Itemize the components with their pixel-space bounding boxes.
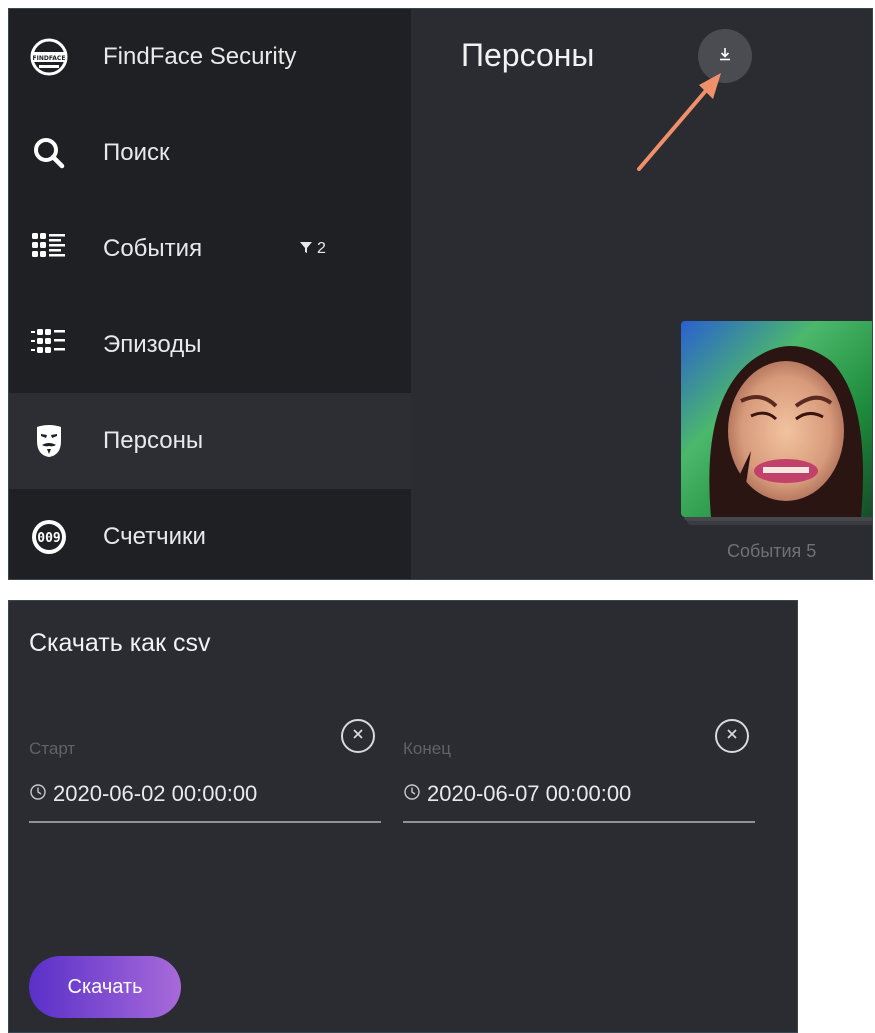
sidebar-item-label: Эпизоды (103, 331, 202, 358)
person-events-count[interactable]: События 5 (727, 541, 816, 562)
svg-text:009: 009 (37, 531, 60, 546)
counter-icon: 009 (27, 515, 71, 559)
sidebar: FINDFACE FindFace Security Поиск События… (9, 9, 411, 579)
clear-start-button[interactable] (341, 719, 375, 753)
clock-icon (403, 781, 421, 807)
sidebar-item-label: Счетчики (103, 523, 206, 550)
clear-end-button[interactable] (715, 719, 749, 753)
person-photo[interactable] (681, 321, 872, 517)
svg-text:FINDFACE: FINDFACE (33, 55, 66, 62)
person-card[interactable] (681, 321, 872, 525)
start-date-input[interactable]: 2020-06-02 00:00:00 (29, 781, 257, 807)
end-date-input[interactable]: 2020-06-07 00:00:00 (403, 781, 631, 807)
main-content: Персоны События 5 (411, 9, 872, 579)
search-icon (27, 131, 71, 175)
download-icon (717, 46, 733, 67)
sidebar-item-label: Поиск (103, 139, 170, 166)
sidebar-item-persons[interactable]: Персоны (9, 393, 411, 489)
filter-badge[interactable]: 2 (299, 240, 326, 259)
findface-logo-icon: FINDFACE (27, 35, 71, 79)
filter-count: 2 (317, 240, 326, 257)
persons-page-screenshot: FINDFACE FindFace Security Поиск События… (8, 8, 873, 580)
end-date-value: 2020-06-07 00:00:00 (427, 781, 632, 806)
events-grid-icon (27, 227, 71, 271)
dialog-title: Скачать как csv (29, 629, 211, 657)
sidebar-item-counters[interactable]: 009 Счетчики (9, 489, 411, 579)
sidebar-item-search[interactable]: Поиск (9, 105, 411, 201)
end-date-field[interactable]: Конец 2020-06-07 00:00:00 (403, 719, 755, 824)
filter-icon (299, 240, 313, 259)
start-date-field[interactable]: Старт 2020-06-02 00:00:00 (29, 719, 381, 824)
start-date-label: Старт (29, 739, 76, 758)
start-date-underline (29, 821, 381, 823)
sidebar-item-label: Персоны (103, 427, 204, 454)
episodes-icon (27, 323, 71, 367)
download-csv-dialog: Скачать как csv Старт 2020-06-02 00:00:0… (8, 600, 798, 1033)
sidebar-item-label: FindFace Security (103, 43, 297, 70)
sidebar-item-brand[interactable]: FINDFACE FindFace Security (9, 9, 411, 105)
close-icon (725, 727, 739, 746)
annotation-arrow (637, 73, 721, 171)
download-submit-button[interactable]: Скачать (29, 956, 181, 1018)
clock-icon (29, 781, 47, 807)
sidebar-item-label: События (103, 235, 203, 262)
close-icon (351, 727, 365, 746)
mask-icon (27, 419, 71, 463)
sidebar-item-events[interactable]: События 2 (9, 201, 411, 297)
end-date-label: Конец (403, 739, 451, 758)
sidebar-item-episodes[interactable]: Эпизоды (9, 297, 411, 393)
start-date-value: 2020-06-02 00:00:00 (53, 781, 258, 806)
end-date-underline (403, 821, 755, 823)
page-title: Персоны (461, 37, 595, 73)
